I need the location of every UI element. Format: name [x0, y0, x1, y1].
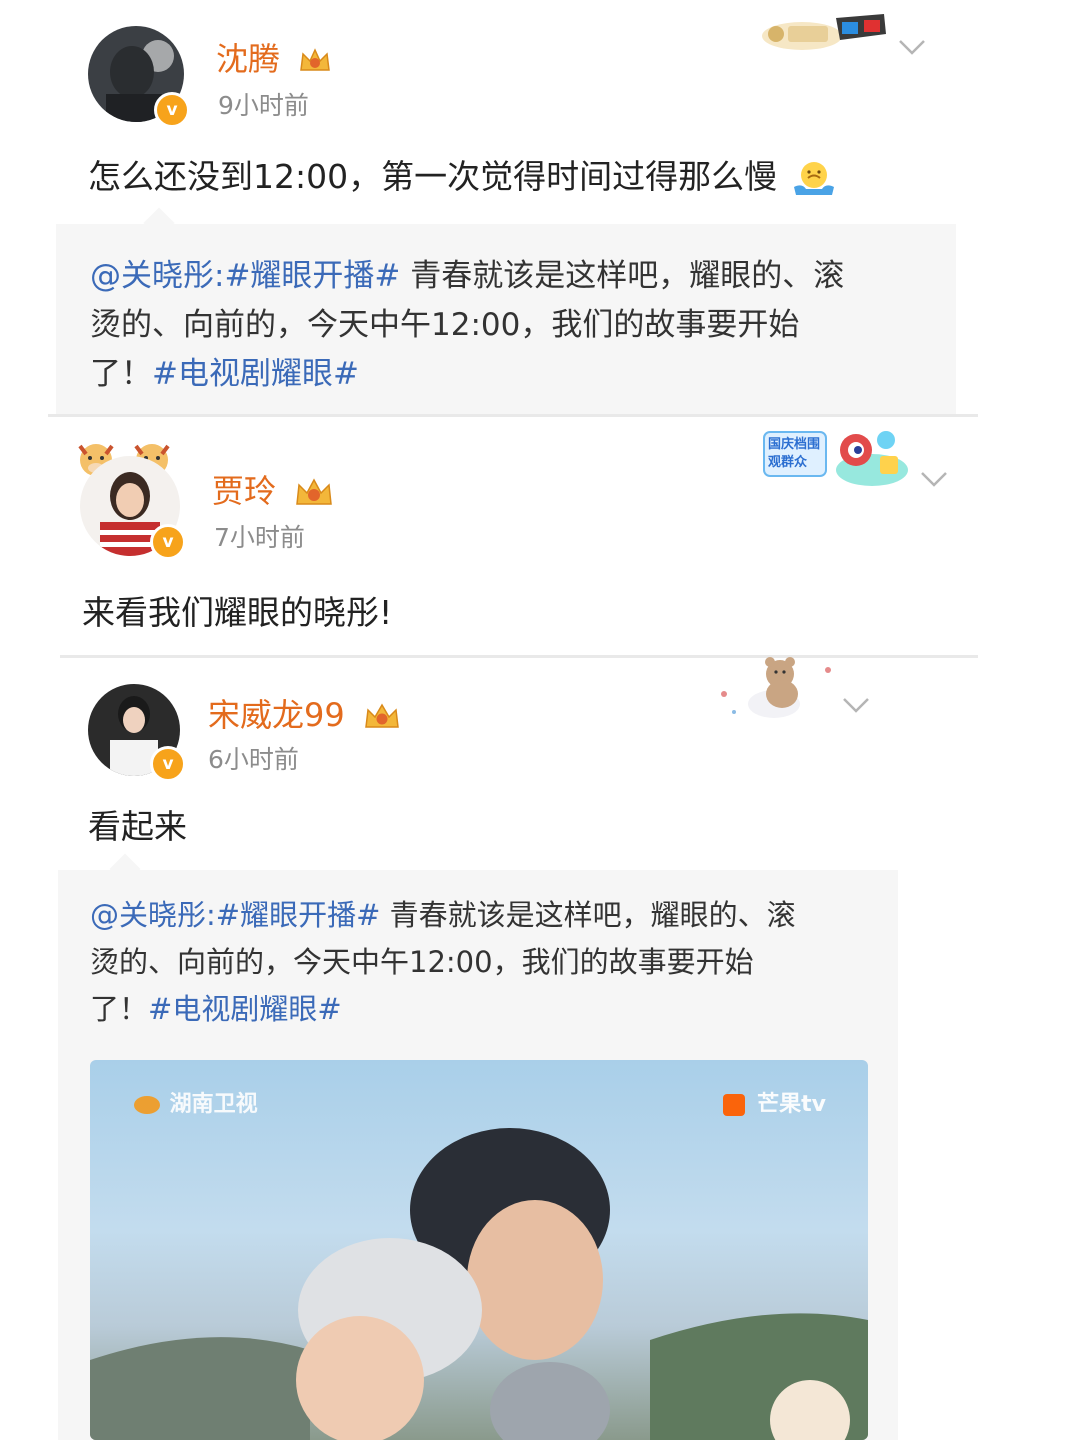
repost-author-link[interactable]: @关晓彤: — [90, 898, 216, 932]
verified-badge: v — [150, 524, 186, 560]
hashtag-link[interactable]: #耀眼开播# — [216, 898, 381, 932]
repost-line-2: 烫的、向前的，今天中午12:00，我们的故事要开始 — [90, 307, 800, 343]
post-1: v 沈腾 9小时前 怎么还没到12:00，第一次觉得时间过得那么慢 @关晓彤:#… — [0, 0, 1080, 420]
repost-card[interactable]: @关晓彤:#耀眼开播# 青春就该是这样吧，耀眼的、滚 烫的、向前的，今天中午12… — [58, 853, 898, 1440]
repost-text: @关晓彤:#耀眼开播# 青春就该是这样吧，耀眼的、滚 烫的、向前的，今天中午12… — [90, 892, 890, 1033]
repost-line-1-text: 青春就该是这样吧，耀眼的、滚 — [380, 898, 796, 932]
repost-line-3-text: 了！ — [90, 992, 149, 1026]
repost-card[interactable]: @关晓彤:#耀眼开播# 青春就该是这样吧，耀眼的、滚 烫的、向前的，今天中午12… — [56, 207, 956, 414]
channel-logo-right-text: 芒果tv — [757, 1092, 826, 1117]
repost-line-1: @关晓彤:#耀眼开播# 青春就该是这样吧，耀眼的、滚 — [90, 892, 890, 939]
chevron-down-icon[interactable] — [920, 470, 948, 488]
crown-icon — [365, 703, 399, 728]
hashtag-link[interactable]: #电视剧耀眼# — [148, 992, 342, 1026]
repost-line-3-text: 了！ — [90, 356, 152, 392]
hashtag-link[interactable]: #耀眼开播# — [224, 258, 400, 294]
repost-notch — [109, 853, 141, 885]
post-divider — [48, 414, 978, 417]
post-text: 看起来 — [88, 807, 187, 846]
video-thumbnail[interactable]: 湖南卫视 芒果tv — [90, 1060, 868, 1440]
username[interactable]: 贾玲 — [212, 466, 334, 512]
post-3: v 宋威龙99 6小时前 看起来 @关晓彤:#耀眼开播# 青春就该是这样吧，耀眼… — [0, 657, 1080, 1440]
repost-notch — [143, 207, 175, 239]
channel-logo-left: 湖南卫视 — [134, 1086, 258, 1118]
repost-line-3: 了！#电视剧耀眼# — [90, 350, 950, 399]
repost-author-link[interactable]: @关晓彤: — [90, 258, 224, 294]
post-2: v 贾玲 7小时前 国庆档围观群众 来看我们耀眼的晓彤! — [0, 420, 1080, 656]
repost-line-1-text: 青春就该是这样吧，耀眼的、滚 — [400, 258, 845, 294]
channel-logo-left-text: 湖南卫视 — [169, 1092, 258, 1117]
event-badge: 国庆档围观群众 — [762, 426, 912, 492]
repost-line-2: 烫的、向前的，今天中午12:00，我们的故事要开始 — [90, 945, 754, 979]
post-text: 来看我们耀眼的晓彤! — [82, 593, 393, 632]
verified-badge: v — [154, 92, 190, 128]
shrug-emoji-icon — [793, 161, 834, 195]
repost-text: @关晓彤:#耀眼开播# 青春就该是这样吧，耀眼的、滚 烫的、向前的，今天中午12… — [90, 252, 950, 399]
post-time: 6小时前 — [208, 745, 299, 774]
event-badge-text: 国庆档围观群众 — [768, 437, 821, 470]
hashtag-link[interactable]: #电视剧耀眼# — [152, 356, 359, 392]
username[interactable]: 宋威龙99 — [208, 690, 401, 736]
repost-line-1: @关晓彤:#耀眼开播# 青春就该是这样吧，耀眼的、滚 — [90, 252, 950, 301]
username-text: 宋威龙99 — [208, 696, 345, 734]
post-time: 9小时前 — [218, 91, 309, 120]
channel-logo-right: 芒果tv — [723, 1086, 826, 1118]
chevron-down-icon[interactable] — [842, 696, 870, 714]
crown-icon — [300, 48, 331, 71]
crown-icon — [296, 478, 333, 505]
post-time: 7小时前 — [214, 523, 305, 552]
chevron-down-icon[interactable] — [898, 38, 926, 56]
teddy-bear-badge-icon — [721, 657, 831, 718]
post-text-content: 怎么还没到12:00，第一次觉得时间过得那么慢 — [88, 157, 778, 196]
verified-badge: v — [150, 746, 186, 782]
post-text: 怎么还没到12:00，第一次觉得时间过得那么慢 — [88, 150, 836, 199]
username-text: 贾玲 — [212, 472, 277, 510]
username-text: 沈腾 — [216, 40, 281, 78]
post-divider — [60, 655, 978, 658]
movie-3d-glasses-badge-icon — [762, 14, 886, 50]
username[interactable]: 沈腾 — [216, 34, 332, 80]
repost-line-3: 了！#电视剧耀眼# — [90, 986, 890, 1033]
